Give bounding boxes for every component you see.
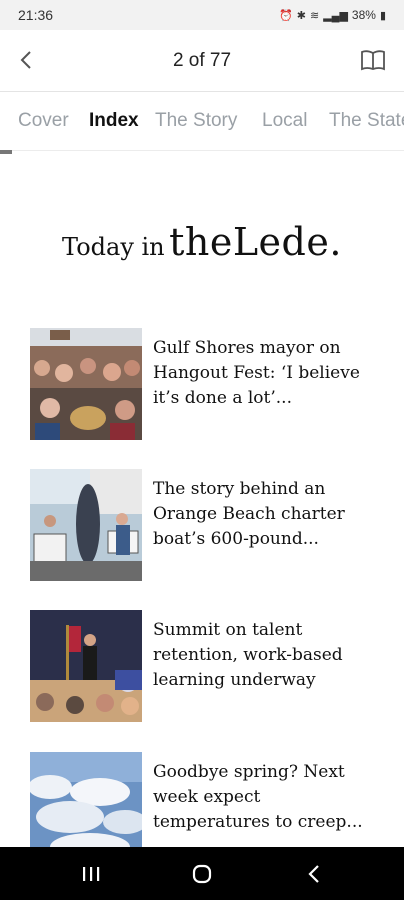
- battery-icon: ▮: [379, 9, 386, 22]
- battery-percent: 38%: [351, 8, 376, 22]
- tab-index[interactable]: Index: [89, 110, 139, 132]
- tab-scroll-indicator: [0, 150, 12, 154]
- article-headline[interactable]: Goodbye spring? Next week expect tempera…: [153, 760, 373, 835]
- bluetooth-icon: ✱: [296, 9, 306, 22]
- top-app-bar: 2 of 77: [0, 30, 404, 92]
- brand-logo: theLede.: [169, 220, 342, 264]
- system-nav-bar: [0, 847, 404, 900]
- page-counter: 2 of 77: [172, 50, 232, 71]
- status-bar: 21:36 ⏰ ✱ ≋ ▂▄▆ 38% ▮: [0, 0, 404, 30]
- back-icon[interactable]: [300, 861, 330, 887]
- status-icons: ⏰ ✱ ≋ ▂▄▆ 38% ▮: [279, 8, 386, 22]
- article-thumbnail[interactable]: [30, 469, 142, 581]
- recent-apps-icon[interactable]: [76, 861, 106, 887]
- tab-local[interactable]: Local: [262, 110, 307, 132]
- article-headline[interactable]: Gulf Shores mayor on Hangout Fest: ‘I be…: [153, 336, 373, 411]
- article-item[interactable]: Summit on talent retention, work-based l…: [30, 610, 380, 722]
- status-time: 21:36: [18, 7, 54, 23]
- header-prefix: Today in: [62, 233, 165, 261]
- edition-header: Today in theLede.: [0, 220, 404, 264]
- home-icon[interactable]: [187, 861, 217, 887]
- article-item[interactable]: The story behind an Orange Beach charter…: [30, 469, 380, 581]
- tab-the-state[interactable]: The State: [329, 110, 404, 132]
- book-icon[interactable]: [360, 48, 386, 72]
- signal-icon: ▂▄▆: [323, 9, 348, 22]
- article-thumbnail[interactable]: [30, 610, 142, 722]
- article-item[interactable]: Gulf Shores mayor on Hangout Fest: ‘I be…: [30, 328, 380, 440]
- article-headline[interactable]: Summit on talent retention, work-based l…: [153, 618, 373, 693]
- tab-cover[interactable]: Cover: [18, 110, 69, 132]
- article-headline[interactable]: The story behind an Orange Beach charter…: [153, 477, 373, 552]
- tab-the-story[interactable]: The Story: [155, 110, 237, 132]
- wifi-icon: ≋: [309, 9, 320, 22]
- article-thumbnail[interactable]: [30, 328, 142, 440]
- section-tabs: Cover Index The Story Local The State: [0, 93, 404, 151]
- alarm-icon: ⏰: [279, 9, 293, 22]
